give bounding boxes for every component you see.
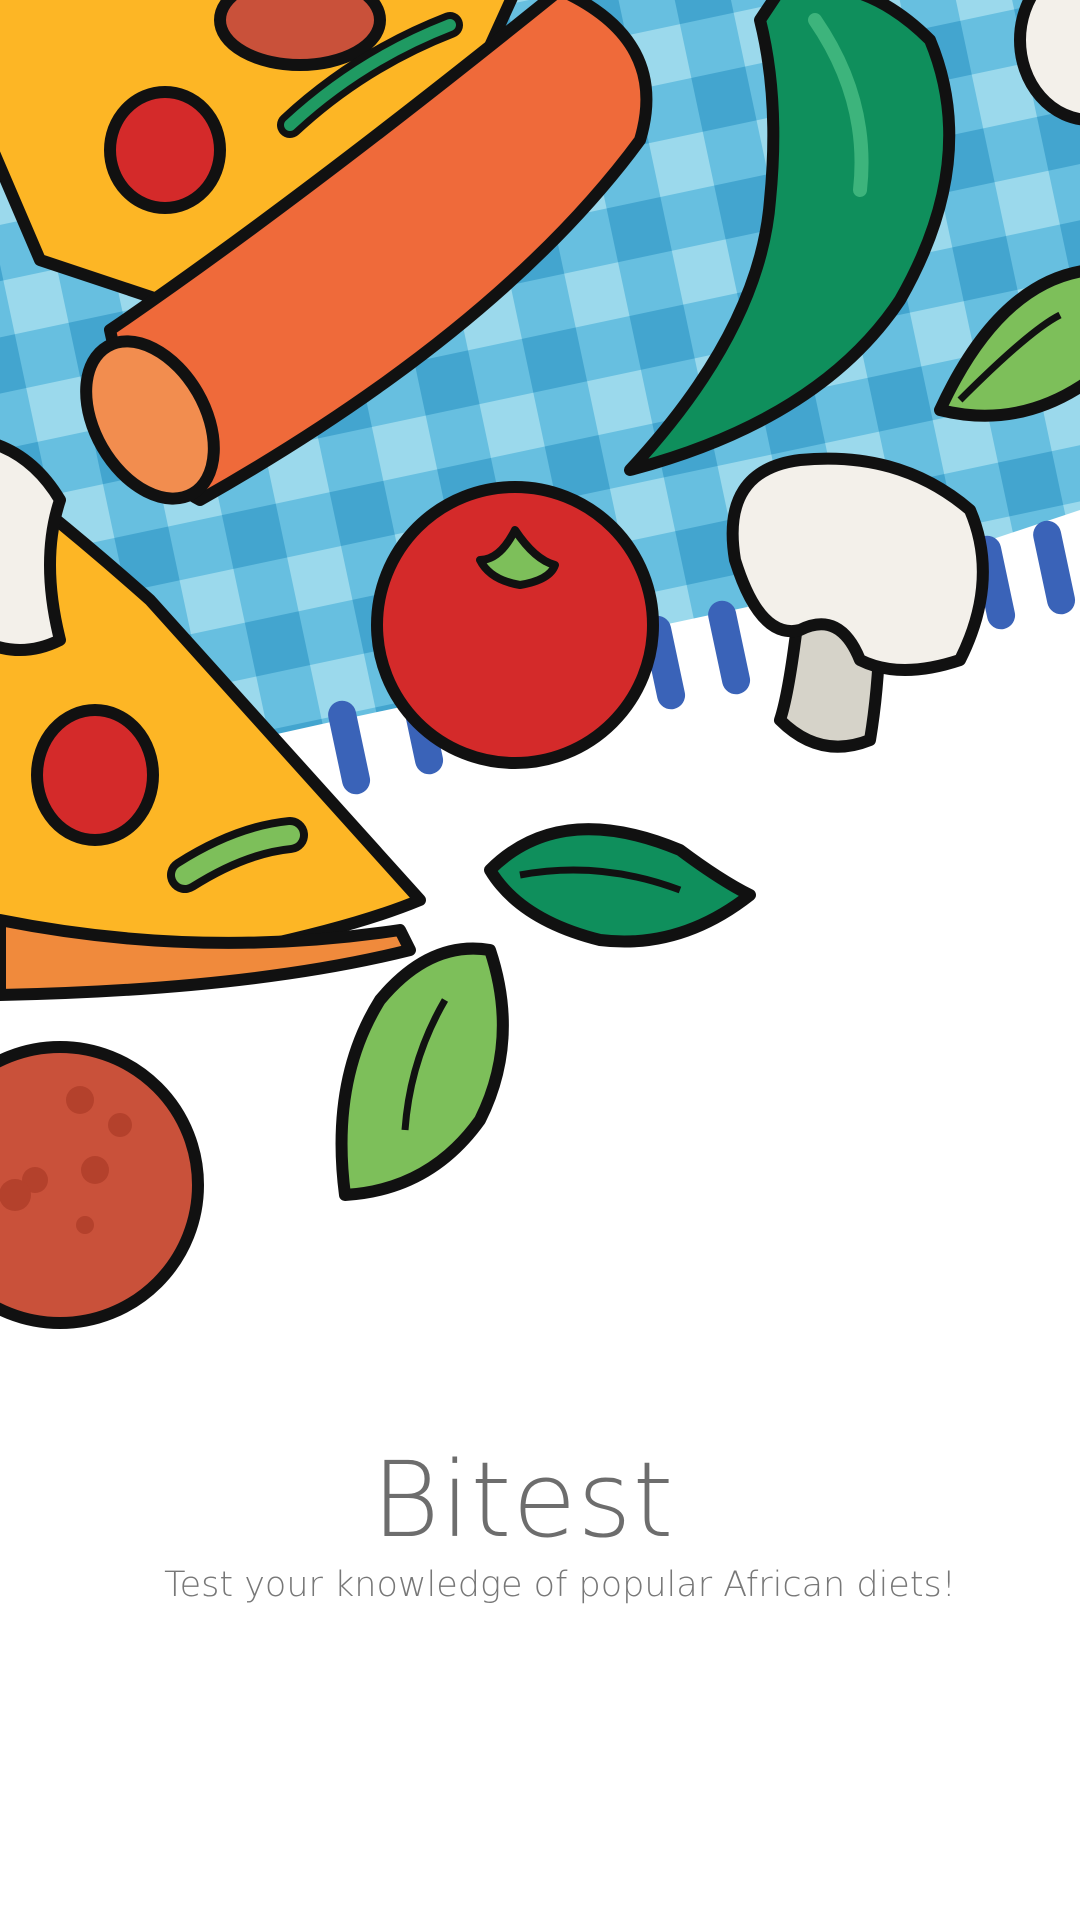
splash-screen: Bitest Test your knowledge of popular Af…: [0, 0, 1080, 1920]
basil-leaf-lower: [335, 942, 509, 1201]
mushroom: [726, 452, 989, 753]
basil-leaf-center: [484, 823, 756, 948]
tomato: [371, 481, 659, 769]
app-tagline: Test your knowledge of popular African d…: [164, 1565, 956, 1605]
app-title: Bitest: [371, 1439, 675, 1561]
pepperoni: [0, 1041, 204, 1329]
food-illustration: [0, 0, 1080, 1329]
